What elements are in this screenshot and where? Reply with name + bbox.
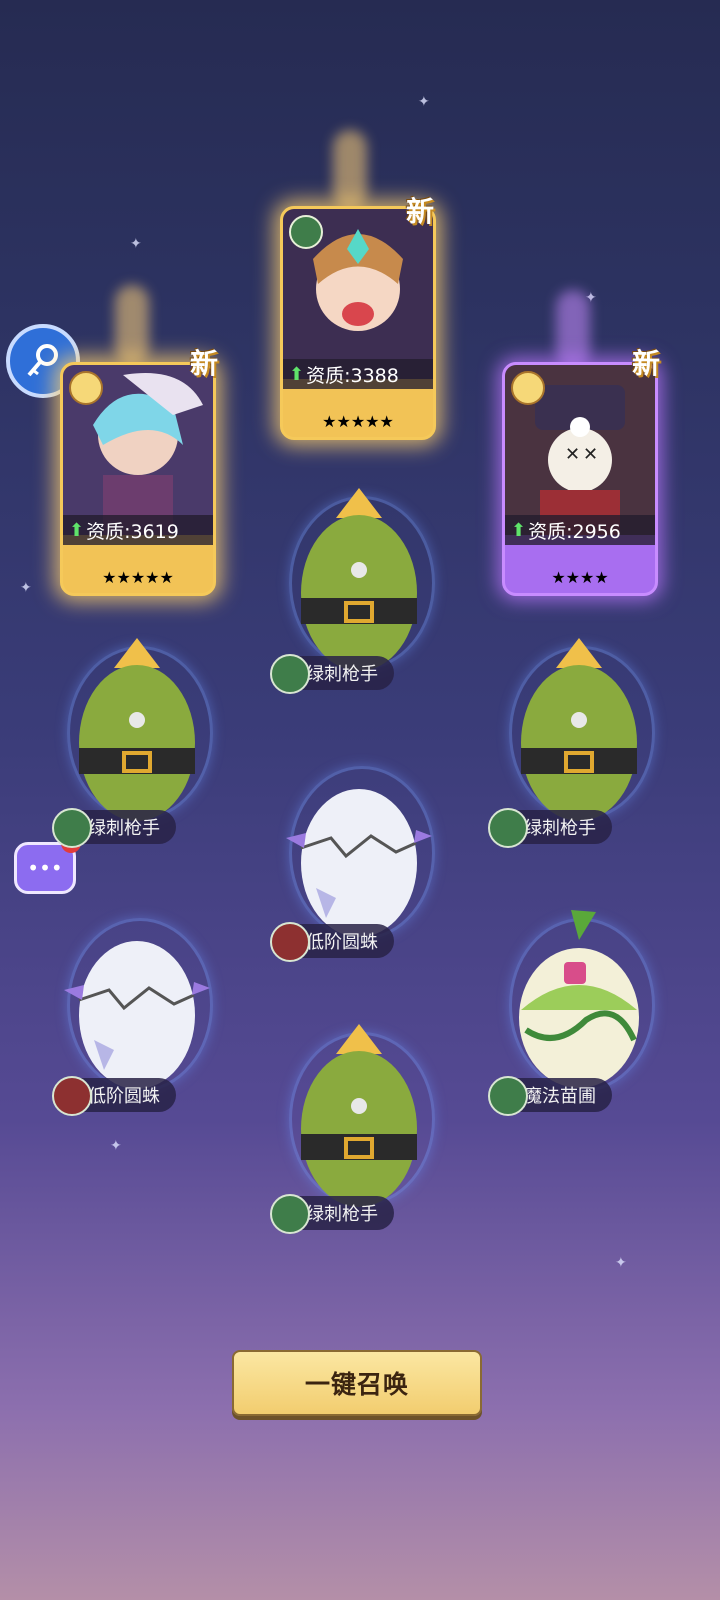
leaf-faction-icon: [488, 808, 528, 848]
arrow-up-icon: ⬆: [511, 519, 527, 541]
summon-egg-3[interactable]: [496, 628, 662, 838]
sparkle: ✦: [418, 94, 430, 110]
egg-name-label: 低阶圆蛛: [270, 922, 394, 962]
one-click-summon-button[interactable]: 一键召唤: [232, 1350, 482, 1416]
svg-text:✕: ✕: [583, 444, 598, 465]
sparkle: ✦: [615, 1255, 627, 1271]
cactus-egg-icon: [301, 488, 417, 671]
egg-name-label: 绿刺枪手: [270, 1194, 394, 1234]
leaf-faction-icon: [270, 1194, 310, 1234]
chat-button[interactable]: ••• !: [14, 833, 81, 894]
hero-card-1[interactable]: ⬆ 资质:3619 ★★★★★: [60, 362, 216, 596]
cactus-egg-icon: [521, 638, 637, 821]
new-tag: 新: [632, 347, 661, 380]
arrow-up-icon: ⬆: [69, 519, 85, 541]
skull-faction-icon: [52, 1076, 92, 1116]
hero-stars: ★★★★: [551, 568, 609, 587]
egg-name-label: 低阶圆蛛: [52, 1076, 176, 1116]
sparkle: ✦: [130, 236, 142, 252]
chat-dots-icon: •••: [27, 856, 63, 880]
egg-name-label: 魔法苗圃: [488, 1076, 612, 1116]
arrow-up-icon: ⬆: [289, 363, 305, 385]
egg-name-label: 绿刺枪手: [488, 808, 612, 848]
hero-stars: ★★★★★: [322, 412, 394, 431]
leaf-faction-icon: [52, 808, 92, 848]
hero-card-2[interactable]: ⬆ 资质:3388 ★★★★★: [280, 206, 436, 440]
sparkle: ✦: [110, 1138, 122, 1154]
hero-quality: ⬆ 资质:2956: [505, 515, 655, 545]
summon-egg-2[interactable]: [54, 628, 220, 838]
faction-leaf-icon: [289, 215, 323, 249]
new-tag: 新: [406, 195, 435, 228]
hero-quality: ⬆ 资质:3388: [283, 359, 433, 389]
faction-icon: [511, 371, 545, 405]
cracked-egg-icon: [64, 941, 210, 1089]
leaf-faction-icon: [488, 1076, 528, 1116]
svg-text:✕: ✕: [565, 444, 580, 465]
sprout-egg-icon: [519, 910, 639, 1088]
skull-faction-icon: [270, 922, 310, 962]
sparkle: ✦: [20, 580, 32, 596]
hero-quality: ⬆ 资质:3619: [63, 515, 213, 545]
light-beam: [333, 130, 367, 210]
new-tag: 新: [190, 347, 219, 380]
light-beam: [556, 290, 590, 370]
light-beam: [115, 285, 149, 365]
summon-egg-7[interactable]: [276, 1014, 442, 1224]
leaf-faction-icon: [270, 654, 310, 694]
cactus-egg-icon: [301, 1024, 417, 1207]
hero-stars: ★★★★★: [102, 568, 174, 587]
hero-card-3[interactable]: ✕ ✕ ⬆ 资质:2956 ★★★★: [502, 362, 658, 596]
cracked-egg-icon: [286, 789, 432, 937]
key-icon: [27, 344, 58, 377]
cactus-egg-icon: [79, 638, 195, 821]
faction-icon: [69, 371, 103, 405]
egg-name-label: 绿刺枪手: [52, 808, 176, 848]
egg-name-label: 绿刺枪手: [270, 654, 394, 694]
